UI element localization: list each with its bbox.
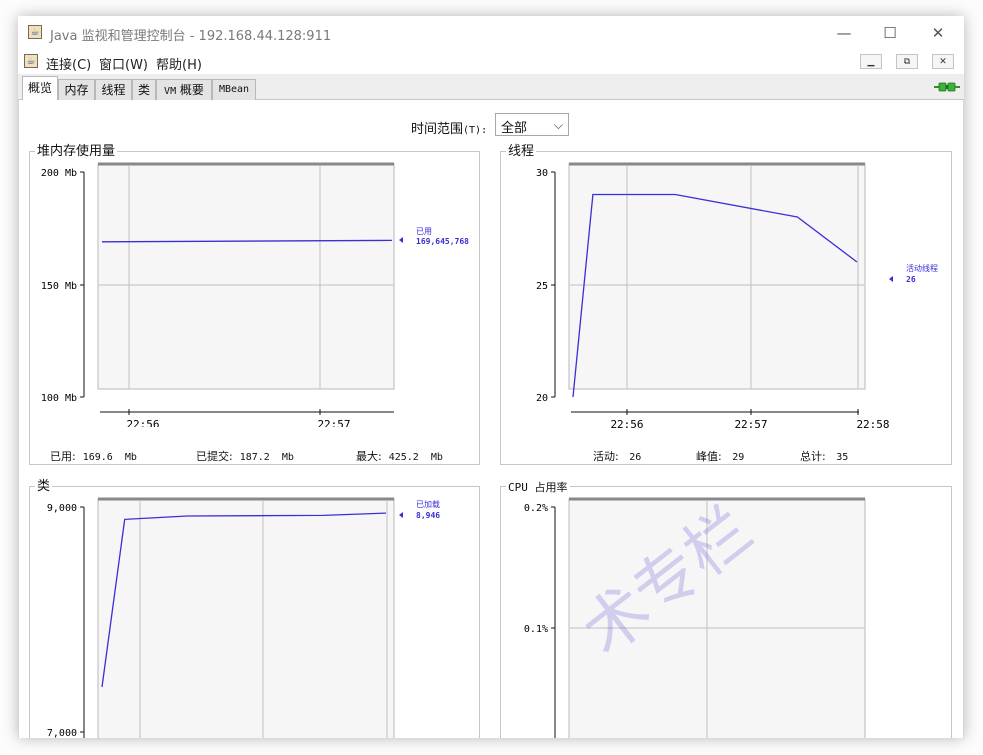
chevron-down-icon: ⌵ [553,118,563,132]
classes-y-axis: 9,000 7,000 [47,503,85,738]
cpu-y-tick-label: 0.2% [524,503,548,514]
java-app-icon: ☕ [28,25,42,39]
menu-help[interactable]: 帮助(H) [156,54,202,73]
classes-y-tick-label: 7,000 [47,728,77,738]
classes-legend-name: 已加载 [416,499,440,509]
classes-chart: 9,000 7,000 已加载 8,946 [47,497,440,738]
internal-close-button[interactable]: ✕ [932,54,954,69]
cpu-y-tick-label: 0.1% [524,624,548,635]
threads-legend-value: 26 [906,275,916,284]
time-range-select[interactable]: 全部 ⌵ [495,113,569,136]
heap-y-tick-label: 200 Mb [41,168,77,179]
threads-x-tick-label: 22:57 [734,418,767,431]
tab-vm-prefix: VM [164,86,177,97]
threads-y-tick-label: 20 [536,393,548,404]
threads-legend-name: 活动线程 [906,263,938,273]
threads-plot-area [568,163,866,390]
internal-restore-button[interactable]: ⧉ [896,54,918,69]
java-menu-icon[interactable]: ☕ [24,54,38,68]
heap-y-axis: 200 Mb 150 Mb 100 Mb [41,168,85,404]
classes-legend-marker-icon [399,512,403,518]
app-window: ☕ Java 监视和管理控制台 - 192.168.44.128:911 — ☐… [18,16,964,738]
threads-live-stat: 活动: 26 [593,450,642,463]
heap-used-stat: 已用: 169.6 Mb [50,450,137,463]
connected-plug-icon [934,82,960,92]
heap-max-stat: 最大: 425.2 Mb [356,450,443,463]
threads-total-stat: 总计: 35 [800,450,849,463]
tab-overview[interactable]: 概览 [22,76,58,100]
tab-threads[interactable]: 线程 [95,79,132,100]
tab-vm-summary[interactable]: VM 概要 [156,79,212,100]
classes-plot-area [97,498,395,738]
close-button[interactable]: ✕ [918,20,958,46]
time-range-label: 时间范围(T): [411,122,488,137]
minimize-button[interactable]: — [824,20,864,46]
maximize-button[interactable]: ☐ [870,20,910,46]
heap-y-tick-label: 150 Mb [41,281,77,292]
threads-x-tick-label: 22:58 [856,418,889,431]
threads-peak-stat: 峰值: 29 [696,450,745,463]
threads-y-tick-label: 25 [536,281,548,292]
tab-memory[interactable]: 内存 [58,79,95,100]
heap-legend-marker-icon [399,237,403,243]
threads-y-axis: 30 25 20 [536,168,556,404]
threads-chart: 30 25 20 22:56 22:57 22:58 活动线程 26 [536,162,938,431]
threads-x-axis: 22:56 22:57 22:58 [571,409,890,431]
heap-chart: 200 Mb 150 Mb 100 Mb 22:56 22:57 已用 169,… [41,162,469,427]
window-title: Java 监视和管理控制台 - 192.168.44.128:911 [50,29,332,44]
heap-committed-stat: 已提交: 187.2 Mb [196,450,294,463]
heap-x-tick-label: 22:56 [126,418,159,427]
heap-legend-name: 已用 [416,227,432,236]
menu-window[interactable]: 窗口(W) [99,54,148,73]
tab-bar: 概览 内存 线程 类 VM 概要 MBean [18,74,964,100]
threads-x-tick-label: 22:56 [610,418,643,431]
heap-legend-value: 169,645,768 [416,237,469,246]
threads-legend-marker-icon [889,276,893,282]
menu-connect[interactable]: 连接(C) [46,54,91,73]
cpu-y-axis: 0.2% 0.1% [524,503,556,738]
classes-y-tick-label: 9,000 [47,503,77,514]
internal-minimize-button[interactable]: ▁ [860,54,882,69]
heap-plot-area [97,163,395,390]
tab-mbean[interactable]: MBean [212,79,256,100]
classes-legend-value: 8,946 [416,511,440,520]
title-bar: ☕ Java 监视和管理控制台 - 192.168.44.128:911 — ☐… [18,16,964,50]
heap-x-axis: 22:56 22:57 [100,409,394,427]
menu-bar: ☕ 连接(C) 窗口(W) 帮助(H) ▁ ⧉ ✕ [18,50,964,74]
heap-y-tick-label: 100 Mb [41,393,77,404]
threads-y-tick-label: 30 [536,168,548,179]
tab-classes[interactable]: 类 [132,79,156,100]
time-range-value: 全部 [501,121,528,136]
tab-vm-label: 概要 [179,83,204,97]
heap-x-tick-label: 22:57 [317,418,350,427]
